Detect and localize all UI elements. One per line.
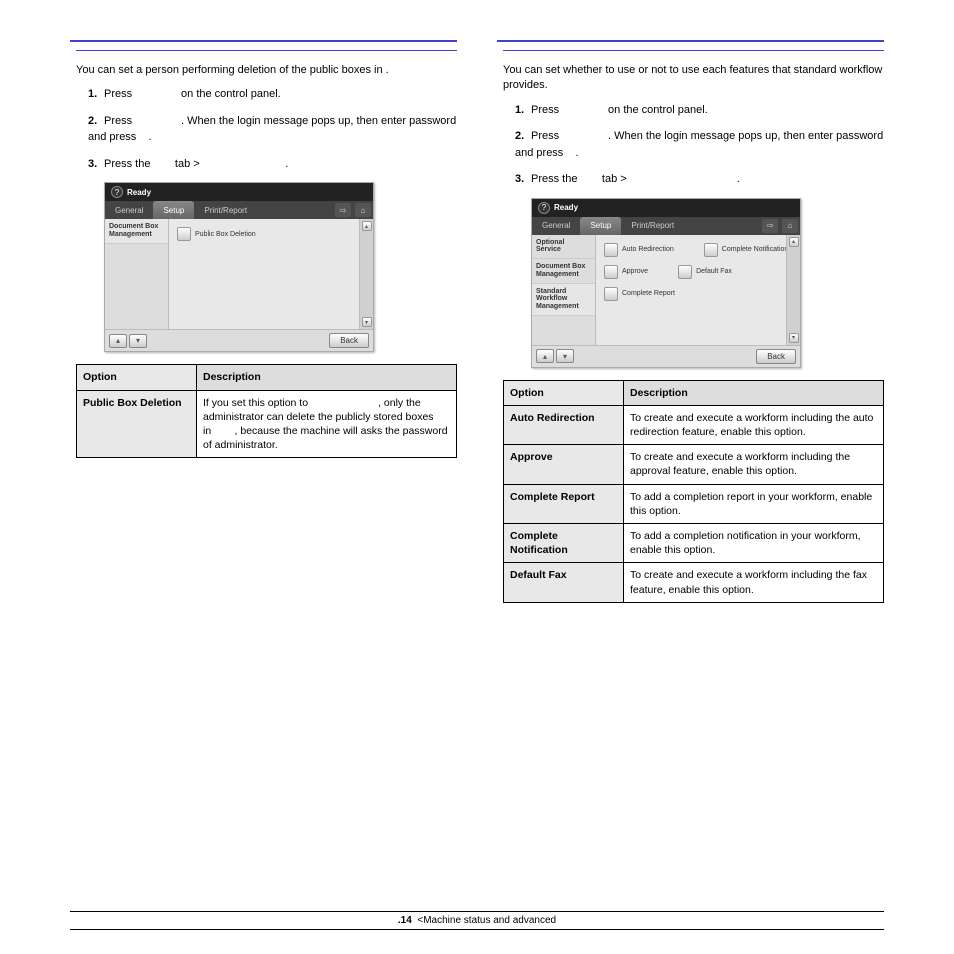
- home-icon[interactable]: ⌂: [355, 203, 371, 217]
- login-icon[interactable]: ⇨: [762, 219, 778, 233]
- row-opt: Complete Report: [504, 484, 624, 523]
- home-icon[interactable]: ⌂: [782, 219, 798, 233]
- scroll-down-icon[interactable]: ▾: [362, 317, 372, 327]
- page-down-icon[interactable]: ▾: [129, 334, 147, 348]
- help-icon[interactable]: ?: [538, 202, 550, 214]
- tab-general[interactable]: General: [105, 201, 153, 219]
- row-desc: To add a completion report in your workf…: [624, 484, 884, 523]
- row-desc: To create and execute a workform includi…: [624, 563, 884, 602]
- status-ready: Ready: [127, 188, 151, 197]
- row-opt: Approve: [504, 445, 624, 484]
- opt-complete-report[interactable]: Complete Report: [604, 287, 675, 301]
- sidebar-optional-service[interactable]: Optional Service: [532, 235, 595, 259]
- opt-approve[interactable]: Approve: [604, 265, 648, 279]
- status-ready: Ready: [554, 203, 578, 212]
- tab-general[interactable]: General: [532, 217, 580, 235]
- left-table: OptionDescription Public Box Deletion If…: [76, 364, 457, 458]
- scroll-up-icon[interactable]: ▴: [362, 221, 372, 231]
- row-opt: Complete Notification: [504, 523, 624, 562]
- scroll-up-icon[interactable]: ▴: [789, 237, 799, 247]
- page-up-icon[interactable]: ▴: [536, 349, 554, 363]
- sidebar-workflow[interactable]: Standard Workflow Management: [532, 284, 595, 316]
- tab-print-report[interactable]: Print/Report: [621, 217, 684, 235]
- checkbox-icon[interactable]: [177, 227, 191, 241]
- row-desc: To create and execute a workform includi…: [624, 405, 884, 444]
- tab-setup[interactable]: Setup: [580, 217, 621, 235]
- back-button[interactable]: Back: [756, 349, 796, 364]
- right-column: You can set whether to use or not to use…: [497, 40, 884, 603]
- th-option: Option: [504, 380, 624, 405]
- opt-complete-notification[interactable]: Complete Notification: [704, 243, 789, 257]
- row-public-box-desc: If you set this option to , only the adm…: [197, 390, 457, 458]
- opt-public-box-deletion[interactable]: Public Box Deletion: [177, 227, 365, 241]
- opt-default-fax[interactable]: Default Fax: [678, 265, 732, 279]
- row-opt: Default Fax: [504, 563, 624, 602]
- th-desc: Description: [624, 380, 884, 405]
- sidebar-doc-box[interactable]: Document Box Management: [105, 219, 168, 243]
- th-option: Option: [77, 365, 197, 390]
- scrollbar[interactable]: ▴ ▾: [786, 235, 800, 345]
- scrollbar[interactable]: ▴ ▾: [359, 219, 373, 329]
- row-opt: Auto Redirection: [504, 405, 624, 444]
- left-intro: You can set a person performing deletion…: [76, 63, 457, 78]
- row-desc: To add a completion notification in your…: [624, 523, 884, 562]
- login-icon[interactable]: ⇨: [335, 203, 351, 217]
- right-intro: You can set whether to use or not to use…: [503, 63, 884, 94]
- back-button[interactable]: Back: [329, 333, 369, 348]
- device-screenshot-right: ? Ready General Setup Print/Report ⇨ ⌂ O…: [531, 198, 801, 368]
- left-column: You can set a person performing deletion…: [70, 40, 457, 603]
- sidebar-doc-box[interactable]: Document Box Management: [532, 259, 595, 283]
- row-public-box-opt: Public Box Deletion: [77, 390, 197, 458]
- right-table: OptionDescription Auto RedirectionTo cre…: [503, 380, 884, 603]
- th-desc: Description: [197, 365, 457, 390]
- tab-print-report[interactable]: Print/Report: [194, 201, 257, 219]
- opt-auto-redirection[interactable]: Auto Redirection: [604, 243, 674, 257]
- right-subsection: You can set whether to use or not to use…: [503, 50, 884, 603]
- left-subsection: You can set a person performing deletion…: [76, 50, 457, 458]
- scroll-down-icon[interactable]: ▾: [789, 333, 799, 343]
- page-down-icon[interactable]: ▾: [556, 349, 574, 363]
- page-up-icon[interactable]: ▴: [109, 334, 127, 348]
- tab-setup[interactable]: Setup: [153, 201, 194, 219]
- device-screenshot-left: ? Ready General Setup Print/Report ⇨ ⌂ D…: [104, 182, 374, 352]
- row-desc: To create and execute a workform includi…: [624, 445, 884, 484]
- footer: .14 <Machine status and advanced: [70, 911, 884, 930]
- help-icon[interactable]: ?: [111, 186, 123, 198]
